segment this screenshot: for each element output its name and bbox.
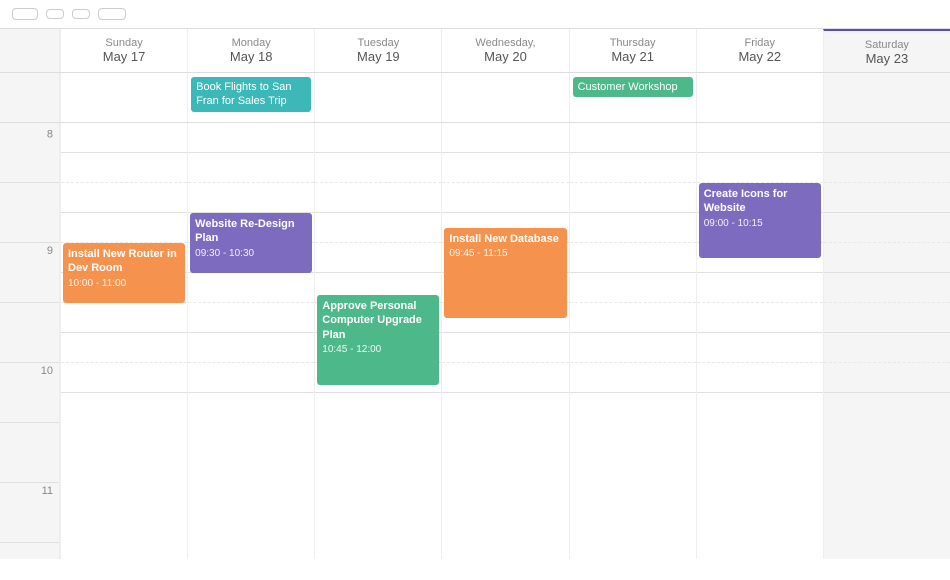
day-column-5: Create Icons for Website 09:00 - 10:15 <box>696 123 823 559</box>
allday-cell-4: Customer Workshop <box>569 73 696 122</box>
allday-event-book-flights[interactable]: Book Flights to San Fran for Sales Trip <box>191 77 311 112</box>
day-column-1: Website Re-Design Plan 09:30 - 10:30 <box>187 123 314 559</box>
time-label-1030 <box>0 423 59 483</box>
time-grid: 8 9 10 11 12 PM Install New Router in De… <box>0 123 950 559</box>
allday-cell-3 <box>441 73 568 122</box>
time-label-930 <box>0 303 59 363</box>
allday-cell-5 <box>696 73 823 122</box>
date-range-picker[interactable] <box>98 8 126 20</box>
day-column-2: Approve Personal Computer Upgrade Plan 1… <box>314 123 441 559</box>
day-header-5: Friday May 22 <box>696 29 823 72</box>
day-column-6 <box>823 123 950 559</box>
time-label-9: 9 <box>0 243 59 303</box>
allday-cell-1: Book Flights to San Fran for Sales Trip <box>187 73 314 122</box>
event-approve-computer[interactable]: Approve Personal Computer Upgrade Plan 1… <box>317 295 439 385</box>
allday-cell-6 <box>823 73 950 122</box>
day-header-1: Monday May 18 <box>187 29 314 72</box>
calendar: Sunday May 17 Monday May 18 Tuesday May … <box>0 29 950 559</box>
time-labels: 8 9 10 11 12 PM <box>0 123 60 559</box>
time-gutter-header <box>0 29 60 72</box>
event-install-database[interactable]: Install New Database 09:45 - 11:15 <box>444 228 566 318</box>
time-label-830 <box>0 183 59 243</box>
time-label-10: 10 <box>0 363 59 423</box>
day-header-2: Tuesday May 19 <box>314 29 441 72</box>
day-column-4 <box>569 123 696 559</box>
time-label-8: 8 <box>0 123 59 183</box>
allday-row: Book Flights to San Fran for Sales Trip … <box>0 73 950 123</box>
day-header-4: Thursday May 21 <box>569 29 696 72</box>
toolbar <box>0 0 950 29</box>
event-install-router[interactable]: Install New Router in Dev Room 10:00 - 1… <box>63 243 185 303</box>
allday-cell-0 <box>60 73 187 122</box>
allday-cell-2 <box>314 73 441 122</box>
day-headers-row: Sunday May 17 Monday May 18 Tuesday May … <box>0 29 950 73</box>
prev-button[interactable] <box>46 9 64 19</box>
allday-event-customer-workshop[interactable]: Customer Workshop <box>573 77 693 97</box>
next-button[interactable] <box>72 9 90 19</box>
day-header-6: Saturday May 23 <box>823 29 950 72</box>
today-button[interactable] <box>12 8 38 20</box>
day-header-3: Wednesday, May 20 <box>441 29 568 72</box>
event-website-redesign[interactable]: Website Re-Design Plan 09:30 - 10:30 <box>190 213 312 273</box>
event-create-icons[interactable]: Create Icons for Website 09:00 - 10:15 <box>699 183 821 258</box>
day-column-3: Install New Database 09:45 - 11:15 <box>441 123 568 559</box>
day-header-0: Sunday May 17 <box>60 29 187 72</box>
time-label-11: 11 <box>0 483 59 543</box>
day-column-0: Install New Router in Dev Room 10:00 - 1… <box>60 123 187 559</box>
time-label-1130 <box>0 543 59 559</box>
allday-gutter <box>0 73 60 122</box>
